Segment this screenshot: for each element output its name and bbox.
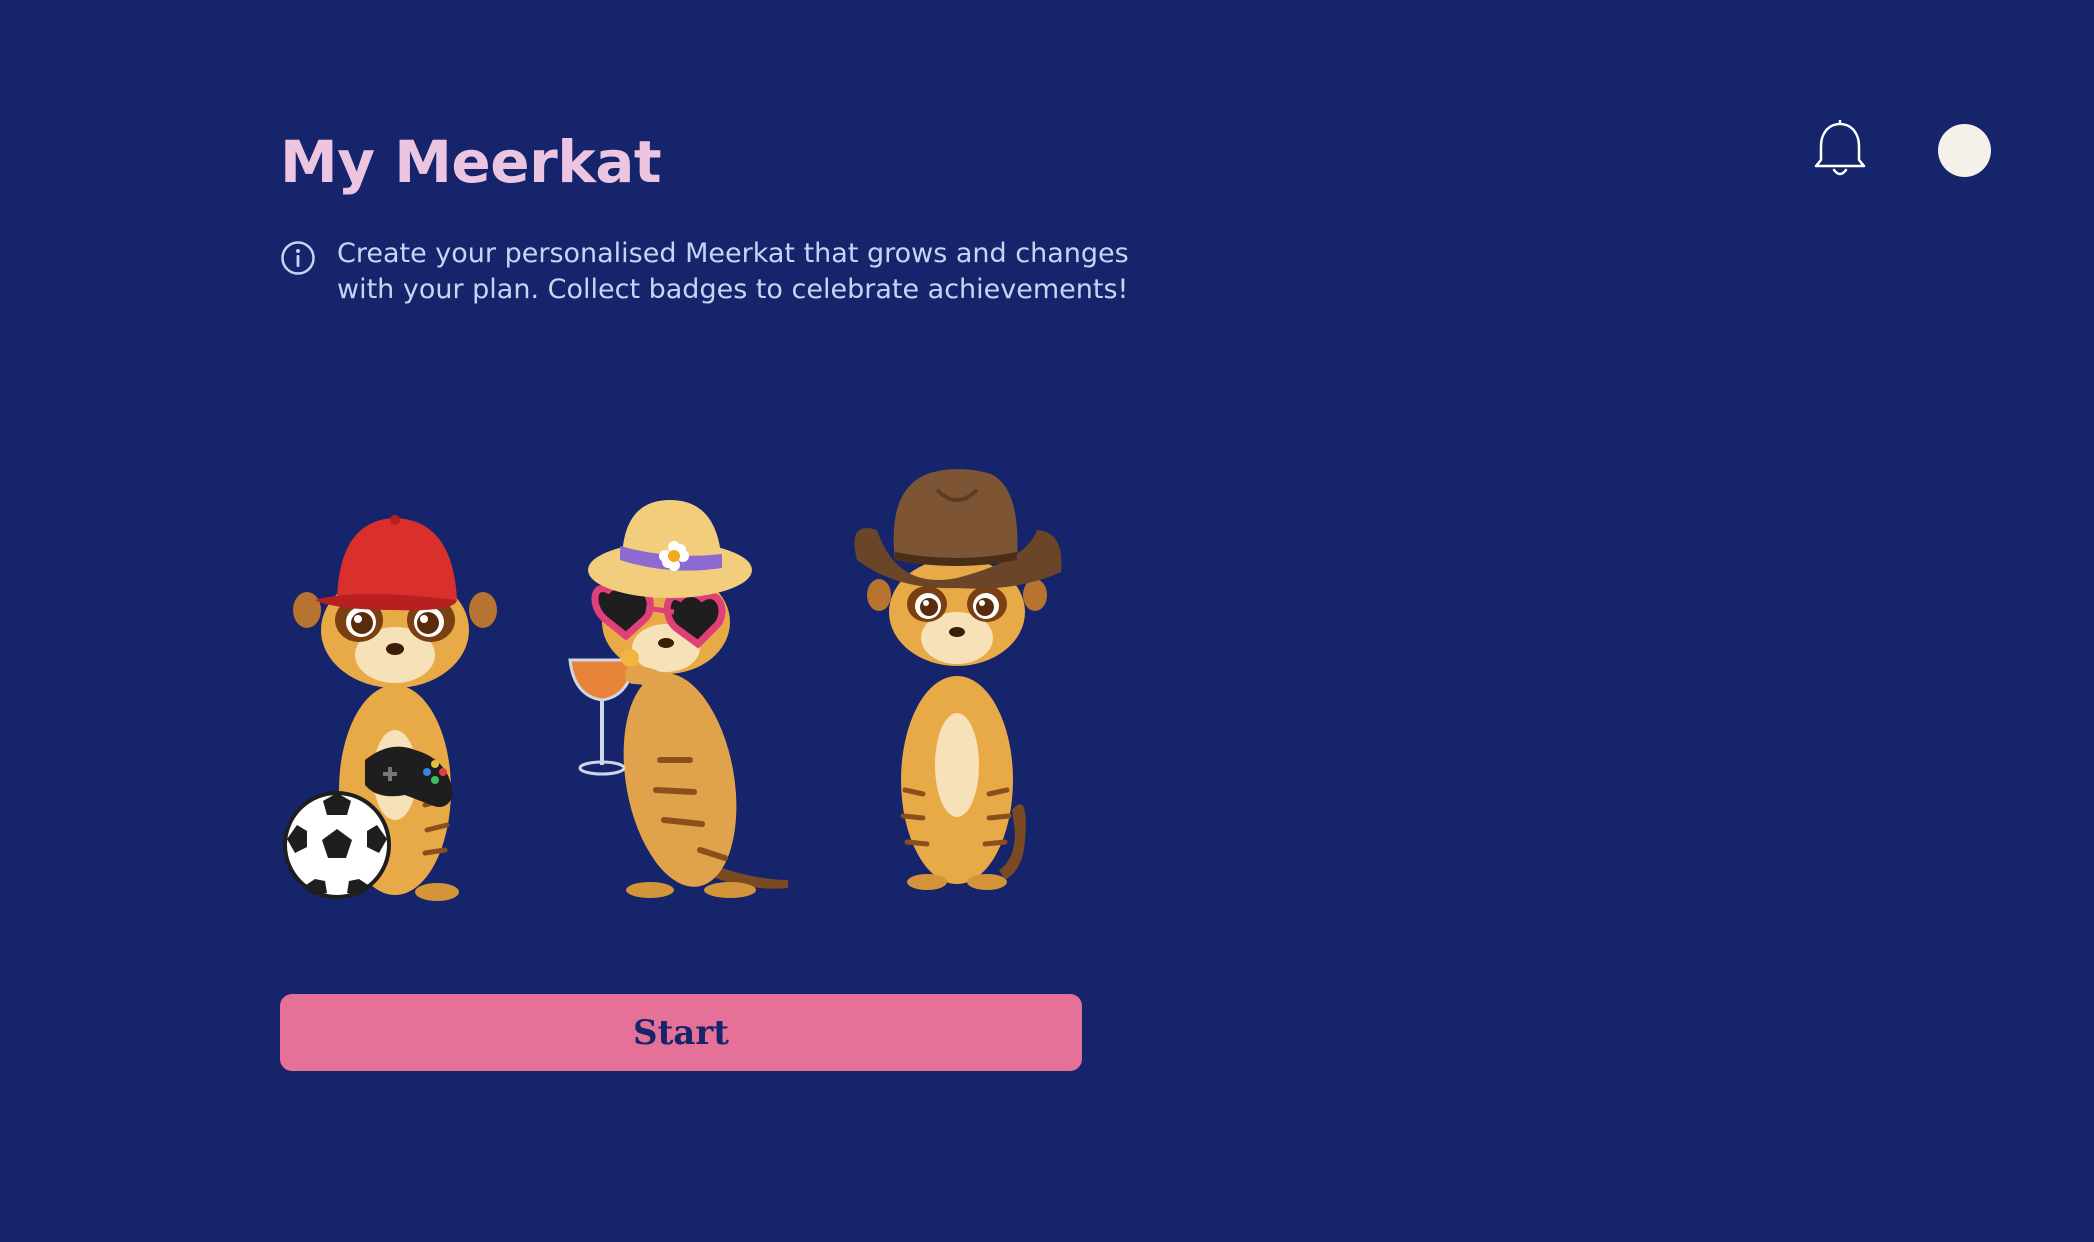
intro-text: Create your personalised Meerkat that gr… xyxy=(337,238,1129,305)
intro-info: Create your personalised Meerkat that gr… xyxy=(280,236,1137,308)
meerkat-illustration xyxy=(283,469,1062,901)
notifications-bell-icon[interactable] xyxy=(1812,120,1868,180)
meerkat-page: My Meerkat Create your personalised Meer… xyxy=(0,0,2094,1242)
profile-avatar[interactable] xyxy=(1938,124,1991,177)
cowboy-meerkat xyxy=(854,469,1062,890)
info-icon xyxy=(281,241,315,275)
sporty-meerkat xyxy=(283,515,497,901)
summer-meerkat xyxy=(568,500,788,898)
page-title: My Meerkat xyxy=(280,128,662,196)
start-button[interactable]: Start xyxy=(280,994,1082,1071)
